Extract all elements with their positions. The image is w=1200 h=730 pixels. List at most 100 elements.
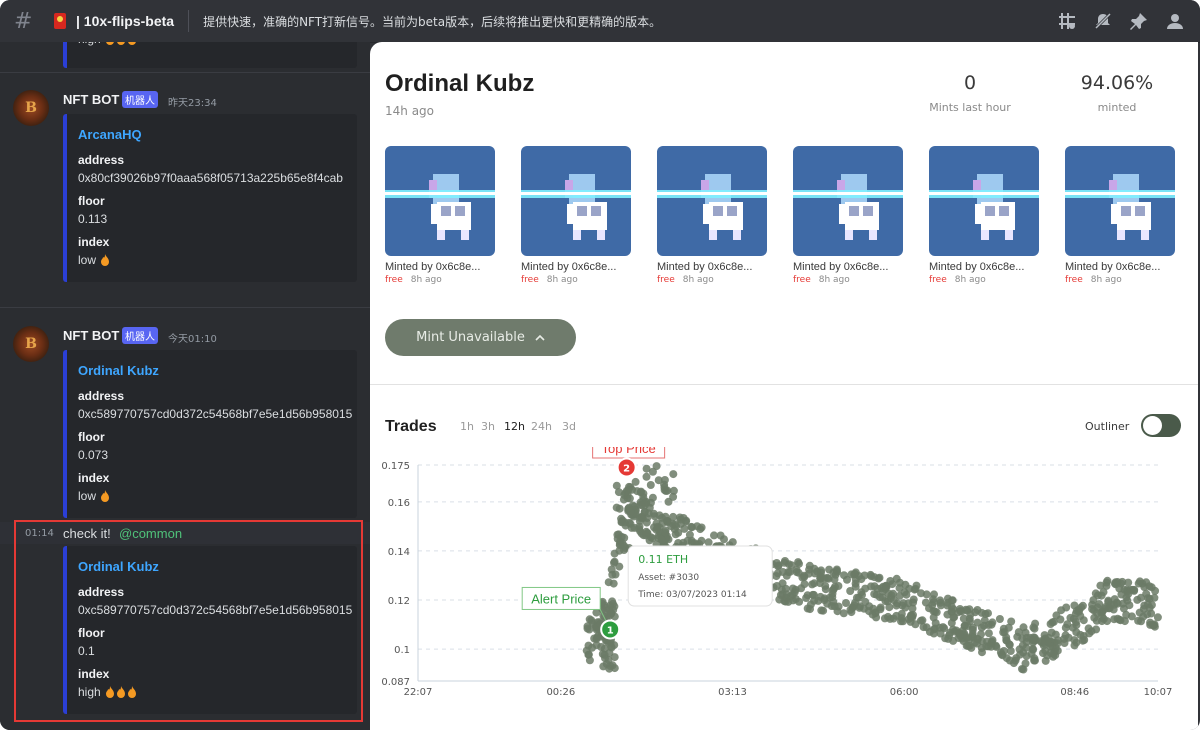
nft-price: free (929, 275, 947, 285)
author-name[interactable]: NFT BOT (63, 92, 119, 107)
trade-point (901, 603, 910, 612)
nft-image[interactable] (521, 146, 631, 256)
trade-point (652, 525, 661, 534)
trade-point (889, 596, 898, 605)
trade-point (1072, 638, 1081, 647)
bot-badge: 机器人 (122, 91, 158, 108)
trade-point (806, 605, 814, 614)
nft-image[interactable] (793, 146, 903, 256)
nft-image[interactable] (929, 146, 1039, 256)
trade-point (1011, 656, 1020, 665)
trade-point (870, 582, 879, 591)
trade-point (630, 523, 639, 532)
trade-point (965, 614, 974, 623)
trade-point (1137, 617, 1145, 626)
nft-time: 8h ago (410, 275, 442, 285)
top-price-marker-number: 2 (623, 463, 630, 474)
section-divider (370, 384, 1198, 385)
nft-meta: free 8h ago (657, 275, 769, 285)
nft-card[interactable]: Minted by 0x6c8e... free 8h ago (1065, 146, 1177, 285)
trade-point (982, 642, 991, 651)
nft-price: free (385, 275, 403, 285)
trade-point (808, 580, 817, 589)
channel-topic[interactable]: 提供快速，准确的NFT打新信号。当前为beta版本，后续将推出更快和更精确的版本… (203, 13, 661, 30)
embed-address: 0xc589770757cd0d372c54568bf7e5e1d56b9580… (78, 407, 353, 421)
nft-card[interactable]: Minted by 0x6c8e... free 8h ago (657, 146, 769, 285)
trade-point (1044, 633, 1053, 642)
trade-point (621, 521, 630, 530)
trade-point (1000, 628, 1009, 637)
trade-point (869, 604, 878, 613)
trade-point (1038, 638, 1047, 647)
trade-point (886, 614, 895, 623)
avatar[interactable]: B (13, 326, 49, 362)
header-icons (1056, 0, 1200, 42)
embed-title-link[interactable]: Ordinal Kubz (78, 363, 159, 378)
trade-point (1127, 612, 1136, 621)
trade-point (669, 470, 678, 479)
embed-field-name: index (78, 471, 110, 485)
range-tab-24h[interactable]: 24h (531, 420, 552, 433)
nft-meta: free 8h ago (385, 275, 497, 285)
trade-point (810, 564, 819, 573)
trade-point (1142, 589, 1151, 598)
nft-card[interactable]: Minted by 0x6c8e... free 8h ago (793, 146, 905, 285)
nft-card[interactable]: Minted by 0x6c8e... free 8h ago (385, 146, 497, 285)
members-icon[interactable] (1164, 10, 1186, 32)
trade-point (882, 583, 891, 592)
trade-point (1109, 605, 1118, 614)
channel-emoji-icon (54, 13, 66, 29)
flame-icons (104, 42, 137, 46)
discord-window: # | 10x-flips-beta 提供快速，准确的NFT打新信号。当前为be… (0, 0, 1200, 730)
y-tick-label: 0.12 (388, 596, 410, 607)
trade-point (954, 628, 963, 637)
trade-point (772, 582, 781, 590)
embed-partial: high (63, 42, 357, 68)
trade-point (780, 558, 789, 567)
nft-image[interactable] (1065, 146, 1175, 256)
embed-card: Ordinal Kubz address 0xc589770757cd0d372… (63, 350, 357, 518)
avatar[interactable]: B (13, 90, 49, 126)
nft-card[interactable]: Minted by 0x6c8e... free 8h ago (521, 146, 633, 285)
mute-icon[interactable] (1092, 10, 1114, 32)
trade-point (646, 481, 655, 489)
trade-point (602, 603, 611, 612)
nft-image[interactable] (657, 146, 767, 256)
pin-icon[interactable] (1128, 10, 1150, 32)
nft-card[interactable]: Minted by 0x6c8e... free 8h ago (929, 146, 1041, 285)
trade-point (680, 524, 689, 533)
range-tab-3d[interactable]: 3d (562, 420, 576, 433)
outliner-toggle[interactable] (1141, 414, 1181, 437)
trade-point (1145, 582, 1154, 591)
mints-last-hour-label: Mints last hour (929, 101, 1011, 114)
threads-icon[interactable] (1056, 10, 1078, 32)
trade-point (654, 476, 663, 485)
nft-image[interactable] (385, 146, 495, 256)
range-tab-1h[interactable]: 1h (460, 420, 474, 433)
trade-point (817, 566, 826, 575)
trade-point (949, 613, 958, 622)
trade-point (604, 655, 613, 664)
mint-unavailable-button[interactable]: Mint Unavailable (385, 319, 576, 356)
trade-point (949, 605, 958, 614)
message-timestamp[interactable]: 昨天23:34 (168, 94, 217, 109)
nft-meta: free 8h ago (793, 275, 905, 285)
trade-point (814, 596, 823, 605)
nft-time: 8h ago (954, 275, 986, 285)
range-tab-3h[interactable]: 3h (481, 420, 495, 433)
trades-chart[interactable]: 0.0870.10.120.140.160.17522:07 00:26 03:13… (370, 447, 1198, 730)
trade-point (840, 571, 848, 580)
message-timestamp[interactable]: 今天01:10 (168, 330, 217, 345)
embed-title-link[interactable]: ArcanaHQ (78, 127, 142, 142)
trade-point (1116, 579, 1125, 588)
author-name[interactable]: NFT BOT (63, 328, 119, 343)
minted-percent-label: minted (1097, 101, 1137, 114)
toggle-knob (1143, 416, 1162, 435)
trade-point (912, 581, 921, 590)
trade-point (608, 597, 617, 606)
x-tick-label: 22:07 (404, 687, 433, 698)
message-list[interactable]: high B NFT BOT 机器人 昨天23:34 ArcanaHQ addr… (0, 42, 370, 730)
trade-point (1071, 618, 1080, 626)
flame-icon (101, 490, 110, 502)
range-tab-12h[interactable]: 12h (504, 420, 525, 433)
